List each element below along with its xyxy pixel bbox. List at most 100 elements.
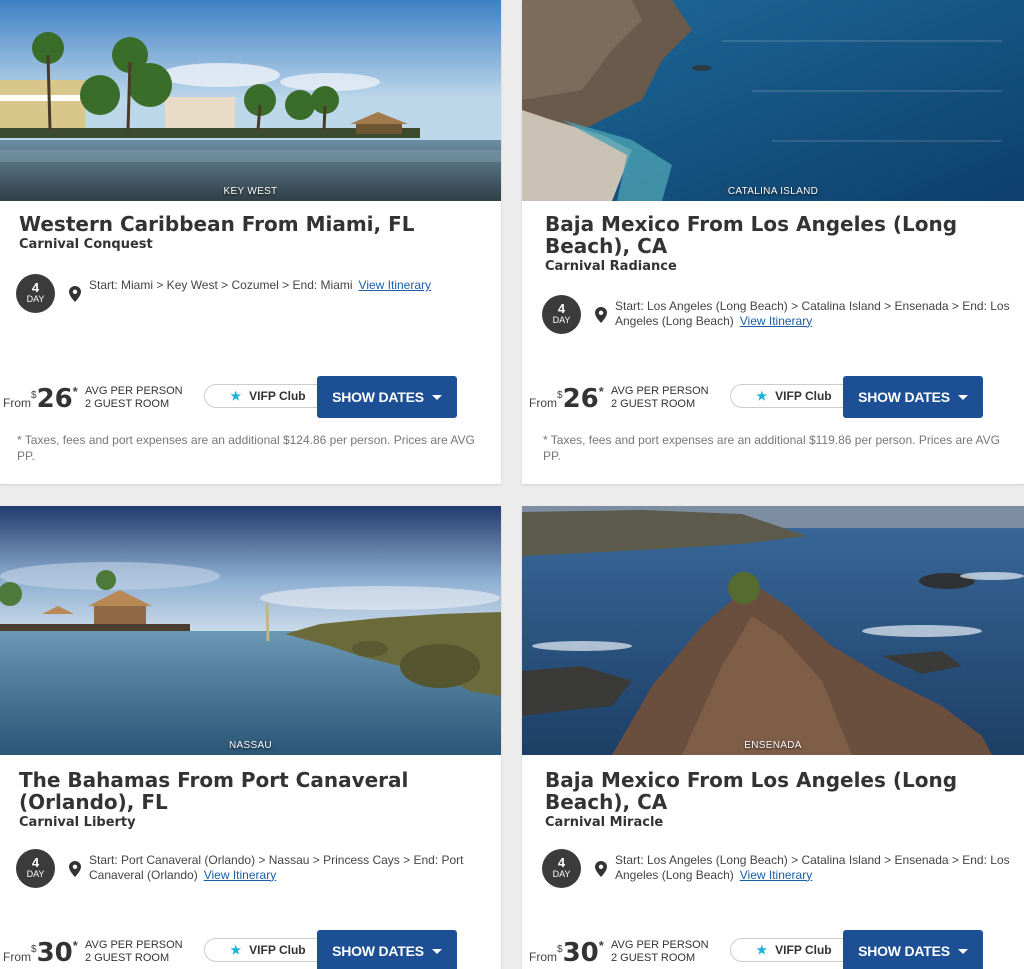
vifp-label: VIFP Club [775, 389, 832, 403]
price-from: From$30* [529, 938, 604, 968]
route-text: Start: Los Angeles (Long Beach) > Catali… [615, 299, 1014, 328]
ship-name: Carnival Liberty [19, 815, 136, 830]
vifp-club-button[interactable]: ★ VIFP Club [204, 384, 332, 408]
vifp-club-button[interactable]: ★ VIFP Club [204, 938, 332, 962]
tax-note: * Taxes, fees and port expenses are an a… [17, 433, 475, 463]
cruise-card: KEY WEST Western Caribbean From Miami, F… [0, 0, 501, 484]
view-itinerary-link[interactable]: View Itinerary [204, 868, 276, 882]
currency-symbol: $ [31, 390, 37, 401]
from-label: From [3, 950, 31, 964]
cruise-card: CATALINA ISLAND Baja Mexico From Los Ang… [522, 0, 1024, 484]
price-room-type: 2 GUEST ROOM [85, 952, 170, 964]
view-itinerary-link[interactable]: View Itinerary [740, 868, 812, 882]
day-count: 4 [557, 301, 566, 316]
view-itinerary-link[interactable]: View Itinerary [359, 278, 431, 292]
star-icon: ★ [756, 389, 768, 403]
price-asterisk: * [598, 384, 604, 399]
cruise-title[interactable]: The Bahamas From Port Canaveral (Orlando… [19, 769, 491, 813]
day-badge: 4 DAY [542, 295, 581, 334]
star-icon: ★ [230, 389, 242, 403]
caret-down-icon [957, 394, 968, 400]
vifp-label: VIFP Club [775, 943, 832, 957]
show-dates-label: SHOW DATES [332, 943, 424, 959]
destination-photo[interactable]: KEY WEST [0, 0, 501, 201]
price-qualifier: AVG PER PERSON 2 GUEST ROOM [85, 939, 183, 965]
from-label: From [529, 950, 557, 964]
show-dates-button[interactable]: SHOW DATES [317, 930, 457, 969]
cruise-title[interactable]: Baja Mexico From Los Angeles (Long Beach… [545, 213, 1014, 257]
key-west-image [0, 0, 501, 201]
destination-label: CATALINA ISLAND [727, 186, 819, 197]
vifp-label: VIFP Club [249, 943, 306, 957]
currency-symbol: $ [31, 944, 37, 955]
day-unit: DAY [26, 294, 45, 304]
route-ports: Start: Miami > Key West > Cozumel > End:… [89, 278, 353, 292]
price-room-type: 2 GUEST ROOM [611, 398, 696, 410]
price-qualifier: AVG PER PERSON 2 GUEST ROOM [611, 939, 709, 965]
price-room-type: 2 GUEST ROOM [85, 398, 170, 410]
location-pin-icon [595, 861, 607, 877]
day-unit: DAY [26, 869, 45, 879]
route-text: Start: Port Canaveral (Orlando) > Nassau… [89, 853, 491, 882]
location-pin-icon [69, 861, 81, 877]
show-dates-button[interactable]: SHOW DATES [843, 930, 983, 969]
route-text: Start: Los Angeles (Long Beach) > Catali… [615, 853, 1014, 882]
star-icon: ★ [230, 943, 242, 957]
price-room-type: 2 GUEST ROOM [611, 952, 696, 964]
tax-note: * Taxes, fees and port expenses are an a… [543, 433, 1000, 463]
from-label: From [3, 396, 31, 410]
caret-down-icon [431, 394, 442, 400]
price-qualifier: AVG PER PERSON 2 GUEST ROOM [611, 385, 709, 411]
day-badge: 4 DAY [542, 849, 581, 888]
route-ports: Start: Los Angeles (Long Beach) > Catali… [615, 299, 1010, 328]
caret-down-icon [957, 948, 968, 954]
cruise-card: NASSAU The Bahamas From Port Canaveral (… [0, 506, 501, 969]
price-per-person: AVG PER PERSON [611, 385, 709, 397]
destination-photo[interactable]: CATALINA ISLAND [522, 0, 1024, 201]
vifp-label: VIFP Club [249, 389, 306, 403]
show-dates-label: SHOW DATES [332, 389, 424, 405]
day-count: 4 [31, 855, 40, 870]
ensenada-image [522, 506, 1024, 755]
view-itinerary-link[interactable]: View Itinerary [740, 314, 812, 328]
price-amount: 26 [562, 384, 599, 414]
day-count: 4 [557, 855, 566, 870]
price-asterisk: * [598, 938, 604, 953]
show-dates-label: SHOW DATES [858, 389, 950, 405]
caret-down-icon [431, 948, 442, 954]
destination-label: KEY WEST [223, 186, 278, 197]
location-pin-icon [595, 307, 607, 323]
price-qualifier: AVG PER PERSON 2 GUEST ROOM [85, 385, 183, 411]
destination-label: ENSENADA [744, 740, 802, 751]
destination-photo[interactable]: ENSENADA [522, 506, 1024, 755]
day-badge: 4 DAY [16, 849, 55, 888]
day-badge: 4 DAY [16, 274, 55, 313]
price-asterisk: * [72, 938, 78, 953]
price-amount: 30 [562, 938, 599, 968]
show-dates-label: SHOW DATES [858, 943, 950, 959]
currency-symbol: $ [557, 390, 563, 401]
destination-label: NASSAU [229, 740, 272, 751]
price-from: From$30* [3, 938, 78, 968]
ship-name: Carnival Conquest [19, 237, 153, 252]
ship-name: Carnival Miracle [545, 815, 664, 830]
day-unit: DAY [552, 315, 571, 325]
currency-symbol: $ [557, 944, 563, 955]
price-amount: 26 [36, 384, 73, 414]
cruise-title[interactable]: Western Caribbean From Miami, FL [19, 213, 491, 235]
price-per-person: AVG PER PERSON [85, 939, 183, 951]
route-ports: Start: Los Angeles (Long Beach) > Catali… [615, 853, 1010, 882]
show-dates-button[interactable]: SHOW DATES [843, 376, 983, 418]
vifp-club-button[interactable]: ★ VIFP Club [730, 384, 858, 408]
nassau-image [0, 506, 501, 755]
price-per-person: AVG PER PERSON [85, 385, 183, 397]
price-from: From$26* [3, 384, 78, 414]
destination-photo[interactable]: NASSAU [0, 506, 501, 755]
show-dates-button[interactable]: SHOW DATES [317, 376, 457, 418]
day-unit: DAY [552, 869, 571, 879]
ship-name: Carnival Radiance [545, 259, 677, 274]
day-count: 4 [31, 280, 40, 295]
vifp-club-button[interactable]: ★ VIFP Club [730, 938, 858, 962]
cruise-title[interactable]: Baja Mexico From Los Angeles (Long Beach… [545, 769, 1014, 813]
price-from: From$26* [529, 384, 604, 414]
